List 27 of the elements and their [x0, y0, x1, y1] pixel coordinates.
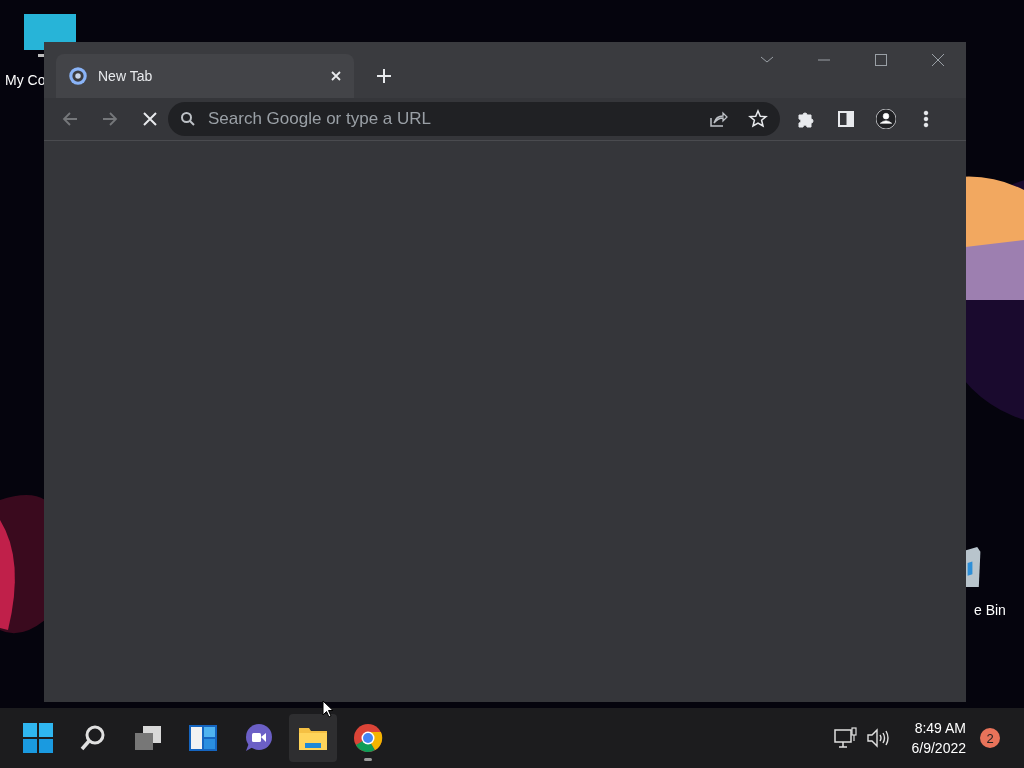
share-icon[interactable]: [708, 109, 728, 129]
maximize-icon[interactable]: [873, 52, 889, 68]
speaker-icon[interactable]: [865, 727, 890, 749]
address-bar[interactable]: Search Google or type a URL: [168, 102, 780, 136]
browser-logo-icon[interactable]: [353, 723, 383, 753]
clock-date: 6/9/2022: [911, 739, 966, 758]
plus-icon[interactable]: [376, 68, 392, 84]
stacked-windows-icon[interactable]: [133, 723, 163, 753]
profile-icon[interactable]: [876, 109, 896, 129]
side-panel-icon[interactable]: [836, 109, 856, 129]
close-icon[interactable]: [930, 52, 946, 68]
notification-badge[interactable]: 2: [980, 728, 1000, 748]
windows-logo-icon[interactable]: [23, 723, 53, 753]
puzzle-piece-icon[interactable]: [796, 109, 816, 129]
video-chat-icon[interactable]: [243, 723, 273, 753]
globe-icon: [68, 66, 88, 86]
network-icon[interactable]: [833, 727, 858, 749]
mouse-pointer-icon: [322, 700, 334, 718]
search-icon: [180, 111, 196, 127]
desktop-icon-label[interactable]: e Bin: [974, 602, 1006, 618]
widgets-icon[interactable]: [188, 723, 218, 753]
browser-tab[interactable]: New Tab: [56, 54, 354, 98]
clock-time: 8:49 AM: [914, 719, 966, 738]
taskbar-button[interactable]: [289, 714, 337, 762]
tab-title: New Tab: [98, 68, 154, 84]
star-icon[interactable]: [748, 109, 768, 129]
clock[interactable]: 8:49 AM 6/9/2022: [911, 718, 966, 758]
